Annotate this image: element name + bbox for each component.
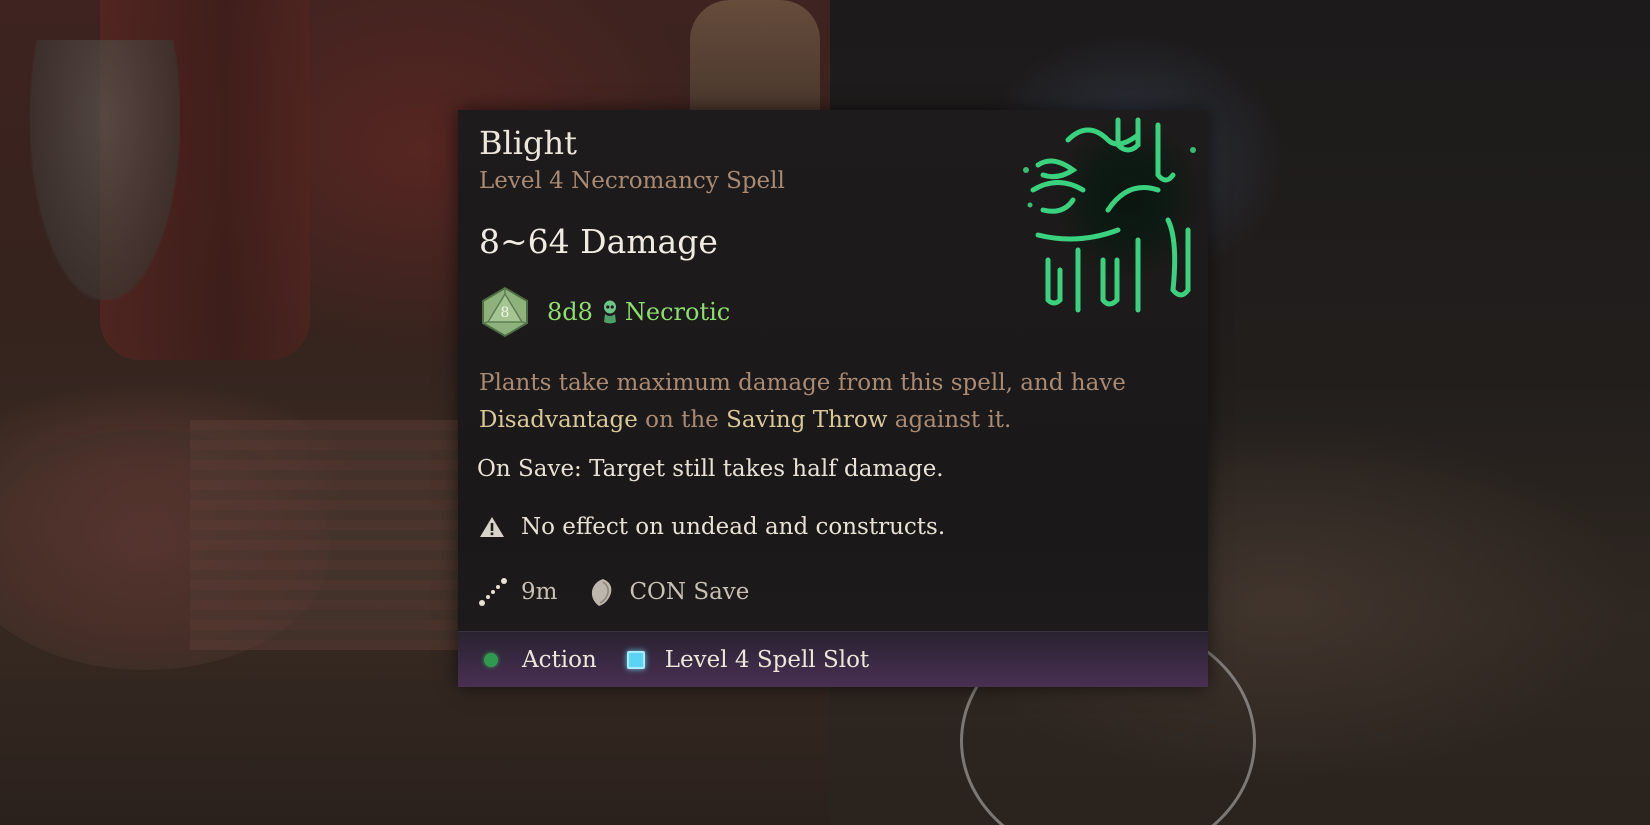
warning-triangle-icon [480,517,504,537]
range-value: 9m [521,579,558,605]
spell-subtitle: Level 4 Necromancy Spell [479,168,785,194]
saving-throw-keyword[interactable]: Saving Throw [726,407,887,433]
description-text: on the [637,407,727,433]
damage-dice-row: 8 8d8 Necrotic [479,286,730,338]
necrotic-skull-icon [603,300,616,324]
warning-text: No effect on undead and constructs. [521,514,946,540]
action-cost: Action [522,646,597,673]
description-text: Plants take maximum damage from this spe… [479,370,1126,396]
range-dotted-line-icon [479,578,507,606]
description-text: against it. [887,407,1012,433]
spell-stats-row: 9m CON Save [477,576,749,608]
disadvantage-keyword[interactable]: Disadvantage [479,407,638,433]
ornate-chair [690,0,820,110]
blight-spell-art [1008,110,1208,340]
spell-slot-icon [626,650,645,669]
shield-save-icon [592,579,612,606]
spell-slot-cost: Level 4 Spell Slot [664,646,870,673]
warning-row: No effect on undead and constructs. [479,514,945,540]
spell-description: Plants take maximum damage from this spe… [479,365,1179,439]
action-dot-icon [484,652,498,667]
spell-tooltip: Blight Level 4 Necromancy Spell 8~64 Dam… [458,110,1208,687]
on-save-text: On Save: Target still takes half damage. [477,456,944,482]
spell-cost-footer: Action Level 4 Spell Slot [458,631,1208,687]
damage-type: Necrotic [624,298,731,326]
dice-notation: 8d8 [547,298,593,326]
spell-name: Blight [479,124,577,162]
die-face-number: 8 [501,305,510,321]
armor-stand [30,40,180,300]
save-type: CON Save [629,579,750,605]
d8-die-icon: 8 [479,286,531,338]
damage-range: 8~64 Damage [479,222,718,261]
